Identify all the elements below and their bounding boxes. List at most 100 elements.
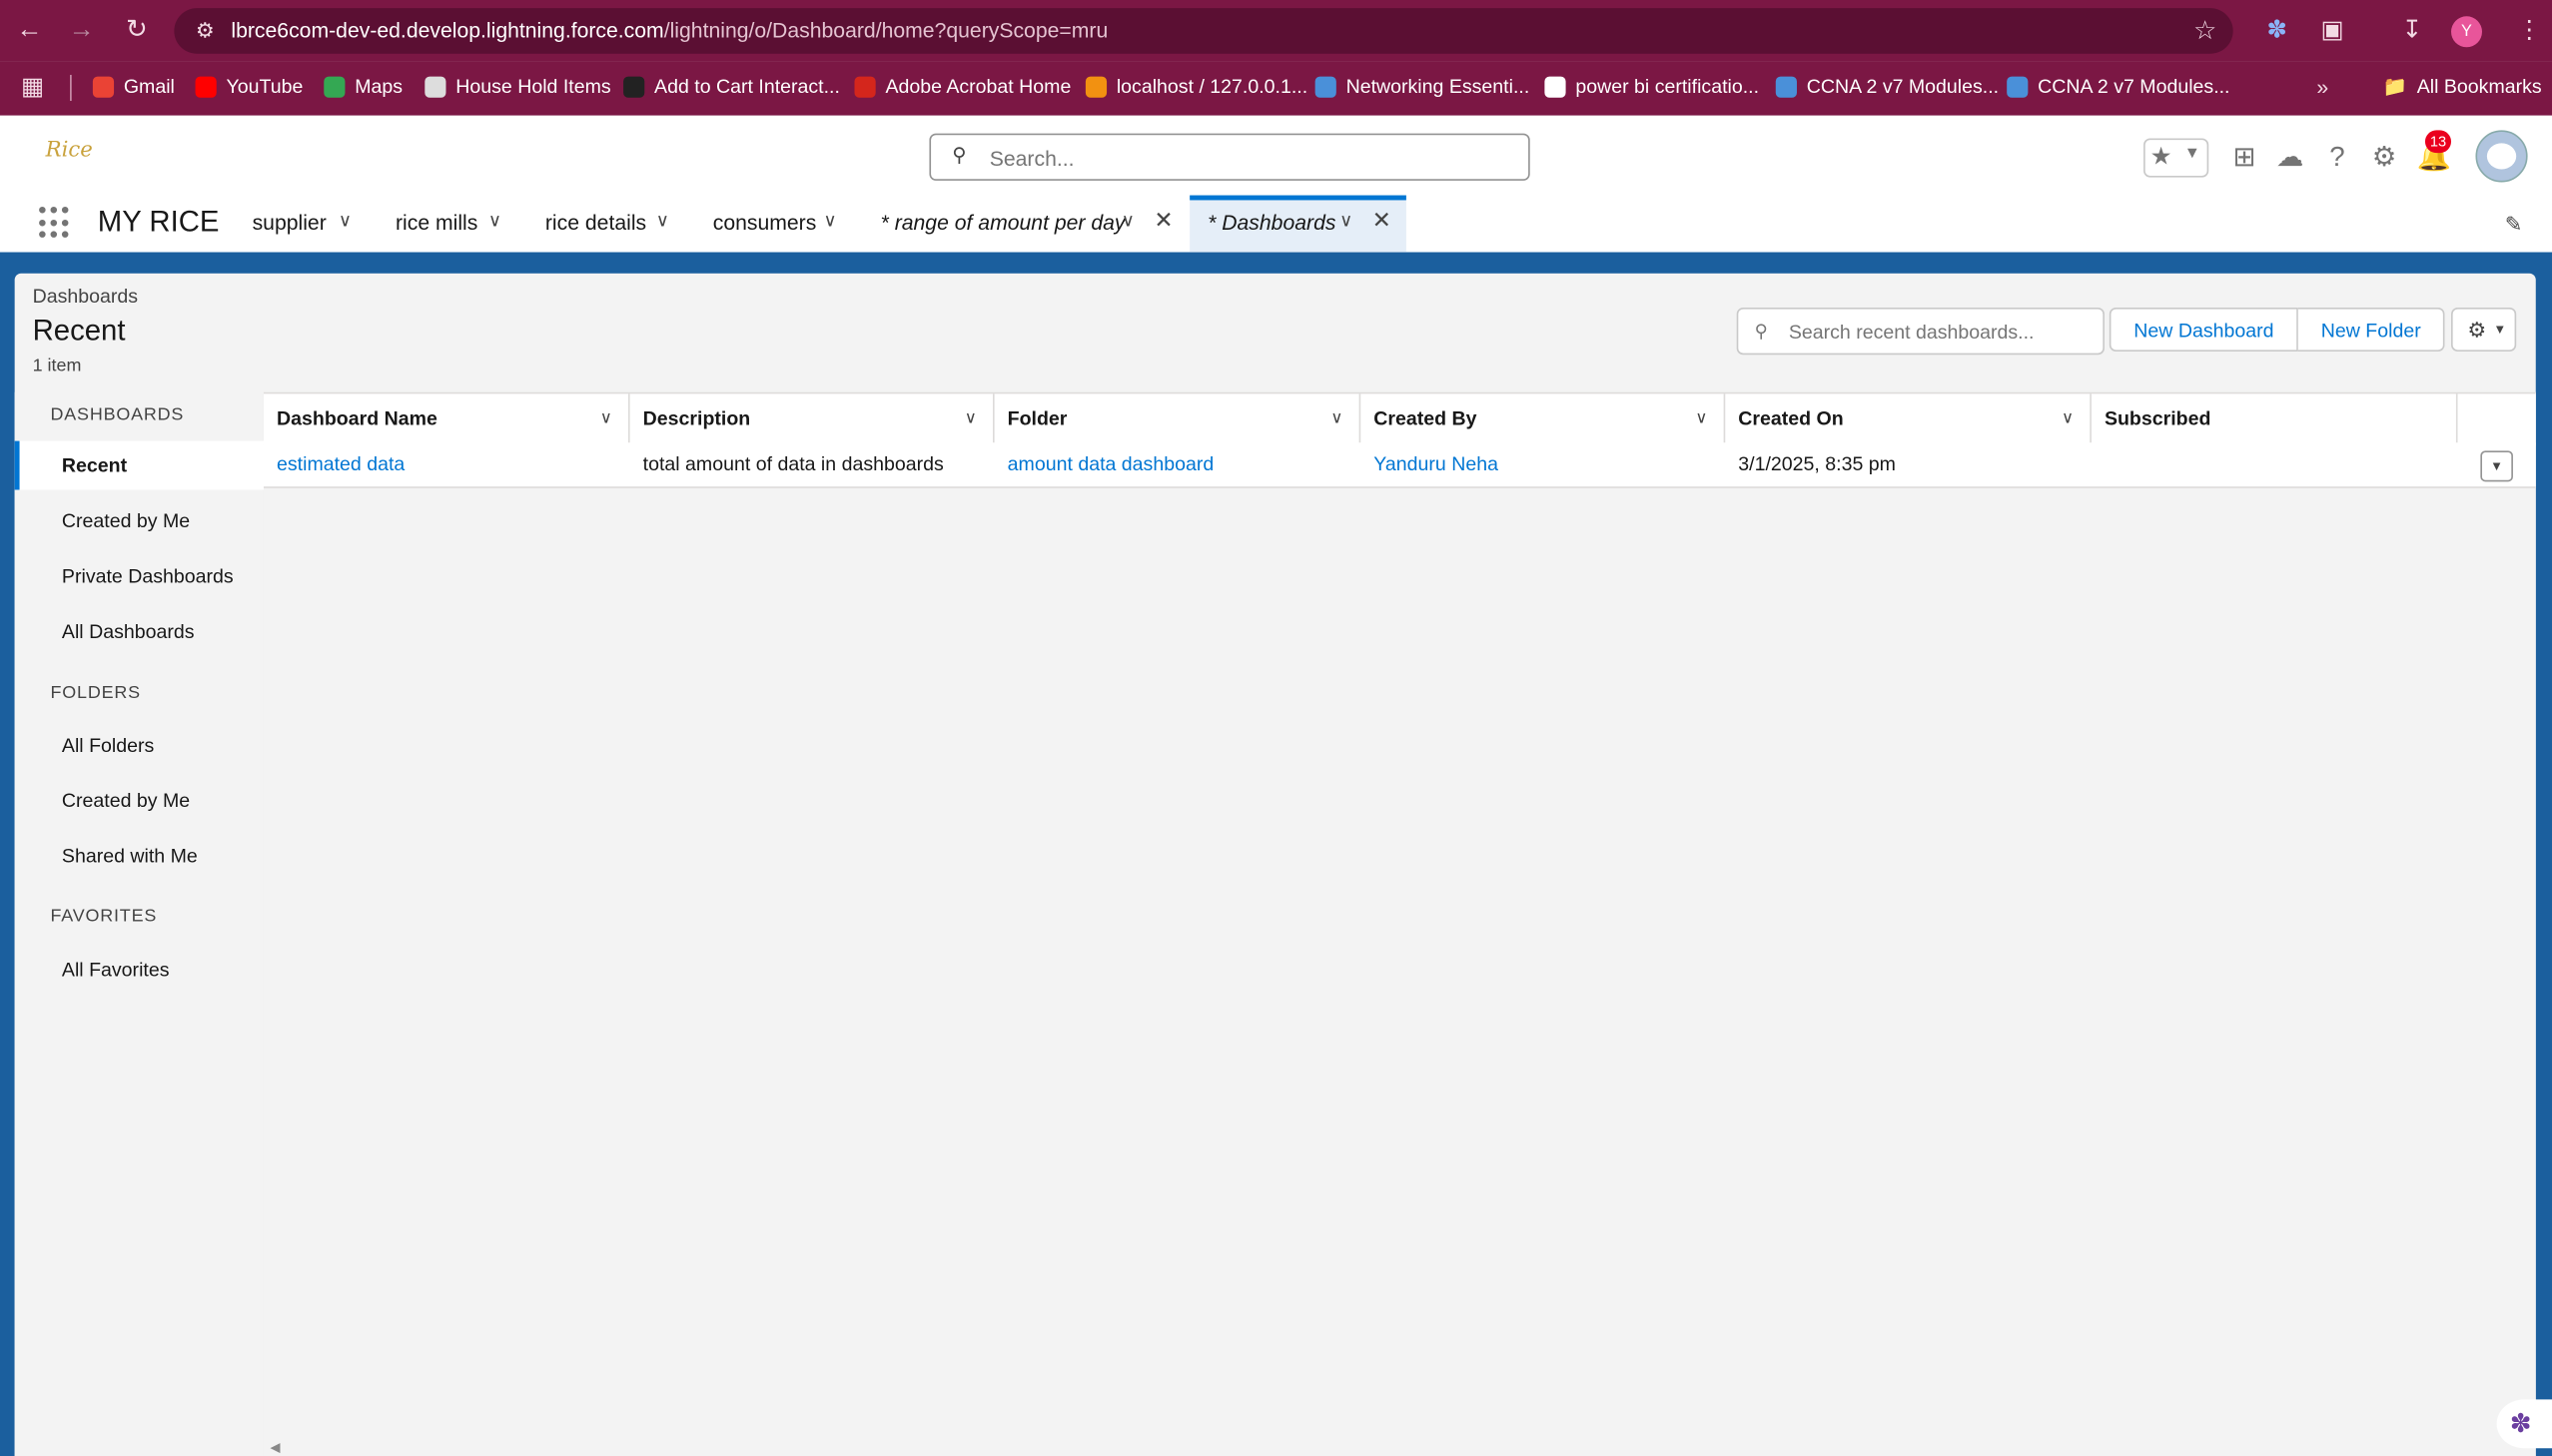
column-header-dashboard-name[interactable]: Dashboard Name ∨ xyxy=(264,393,630,444)
sidebar-item-shared-with-me[interactable]: Shared with Me xyxy=(15,832,264,881)
column-header-folder[interactable]: Folder ∨ xyxy=(995,393,1361,444)
bookmark-item[interactable]: CCNA 2 v7 Modules... xyxy=(1775,75,1999,98)
more-bookmarks-icon[interactable]: » xyxy=(2306,72,2339,105)
chevron-down-icon[interactable]: ∨ xyxy=(965,393,977,444)
bookmark-item[interactable]: Gmail xyxy=(92,75,175,98)
address-bar[interactable]: ⚙ lbrce6com-dev-ed.develop.lightning.for… xyxy=(174,8,2233,54)
column-header-subscribed[interactable]: Subscribed xyxy=(2092,393,2458,444)
sidebar-heading-favorites: FAVORITES xyxy=(50,906,158,927)
bookmark-item[interactable]: House Hold Items xyxy=(425,74,611,98)
sidebar-item-recent[interactable]: Recent xyxy=(14,440,264,490)
tab-range-of-amount-per-day[interactable]: * range of amount per day xyxy=(881,210,1126,234)
chevron-down-icon[interactable]: ∨ xyxy=(1122,210,1135,232)
cell-dashboard-name[interactable]: estimated data xyxy=(264,442,630,486)
help-icon[interactable]: ? xyxy=(2321,142,2354,175)
app-logo[interactable]: Rice xyxy=(46,139,93,163)
list-search-input[interactable] xyxy=(1785,317,2102,348)
bookmark-label: Networking Essenti... xyxy=(1345,74,1530,98)
reload-icon[interactable]: ↻ xyxy=(121,15,154,48)
app-navigation-bar: MY RICE supplier ∨ rice mills ∨ rice det… xyxy=(0,195,2552,258)
site-settings-icon[interactable]: ⚙ xyxy=(191,16,220,45)
sidebar-item-folders-created-by-me[interactable]: Created by Me xyxy=(15,776,264,825)
einstein-assistant-button[interactable]: ✽ xyxy=(2496,1399,2552,1449)
column-header-created-on[interactable]: Created On ∨ xyxy=(1725,393,2092,444)
bookmark-item[interactable]: Maps xyxy=(324,75,403,98)
list-settings-button[interactable]: ⚙ ▼ xyxy=(2451,307,2517,352)
cell-folder[interactable]: amount data dashboard xyxy=(995,442,1361,486)
search-icon: ⚲ xyxy=(952,143,967,167)
chevron-down-icon[interactable]: ∨ xyxy=(1695,393,1707,444)
tab-dashboards[interactable]: * Dashboards xyxy=(1208,210,1335,234)
dashboards-table: Dashboard Name ∨ Description ∨ Folder ∨ Cre… xyxy=(263,391,2536,1456)
setup-gear-icon[interactable]: ⚙ xyxy=(2368,142,2401,175)
favorites-button[interactable]: ★ ▼ xyxy=(2143,138,2209,178)
list-search-box[interactable]: ⚲ xyxy=(1736,307,2105,356)
profile-avatar[interactable]: Y xyxy=(2451,16,2482,48)
cell-created-by[interactable]: Yanduru Neha xyxy=(1360,442,1725,486)
column-header-created-by[interactable]: Created By ∨ xyxy=(1360,393,1726,444)
cell-description: total amount of data in dashboards xyxy=(642,452,944,475)
forward-icon[interactable]: → xyxy=(65,15,98,48)
nav-item-supplier[interactable]: supplier xyxy=(253,210,327,234)
chevron-down-icon[interactable]: ∨ xyxy=(1330,393,1342,444)
close-tab-icon[interactable]: ✕ xyxy=(1372,207,1391,235)
chevron-down-icon[interactable]: ∨ xyxy=(1339,210,1352,232)
browser-toolbar: ← → ↻ ⚙ lbrce6com-dev-ed.develop.lightni… xyxy=(0,0,2552,62)
edit-nav-pencil-icon[interactable]: ✎ xyxy=(2505,212,2523,238)
global-actions-plus-icon[interactable]: ⊞ xyxy=(2228,142,2261,175)
nav-item-consumers[interactable]: consumers xyxy=(713,210,817,234)
trailhead-icon[interactable]: ☁ xyxy=(2273,142,2306,175)
chevron-down-icon[interactable]: ∨ xyxy=(824,210,837,232)
bookmark-label: Add to Cart Interact... xyxy=(654,74,840,98)
user-avatar[interactable] xyxy=(2475,130,2528,183)
scroll-left-arrow-icon[interactable]: ◀ xyxy=(270,1440,280,1455)
back-icon[interactable]: ← xyxy=(13,15,46,48)
download-icon[interactable]: ↧ xyxy=(2396,15,2429,48)
bookmark-star-icon[interactable]: ☆ xyxy=(2193,15,2216,48)
app-launcher-icon[interactable] xyxy=(39,206,72,240)
folder-icon: 📁 xyxy=(2382,74,2407,98)
apps-grid-icon[interactable]: ▦ xyxy=(16,72,49,105)
chevron-down-icon[interactable]: ∨ xyxy=(2062,393,2074,444)
new-dashboard-button[interactable]: New Dashboard xyxy=(2109,307,2298,352)
row-actions-dropdown[interactable]: ▼ xyxy=(2480,450,2513,482)
sidebar-item-all-folders[interactable]: All Folders xyxy=(15,721,264,770)
bookmark-label: power bi certificatio... xyxy=(1575,74,1760,98)
all-bookmarks-button[interactable]: 📁 All Bookmarks xyxy=(2383,75,2542,98)
avatar-face xyxy=(2486,143,2517,170)
url-text[interactable]: lbrce6com-dev-ed.develop.lightning.force… xyxy=(231,18,1108,42)
close-tab-icon[interactable]: ✕ xyxy=(1154,207,1173,235)
chevron-down-icon[interactable]: ▼ xyxy=(2184,145,2200,163)
link-icon xyxy=(1314,75,1336,97)
bookmark-item[interactable]: CCNA 2 v7 Modules... xyxy=(2007,75,2230,98)
bookmark-item[interactable]: YouTube xyxy=(195,74,304,98)
chevron-down-icon[interactable]: ∨ xyxy=(488,210,501,232)
link-icon xyxy=(2007,75,2029,97)
sidebar-item-created-by-me[interactable]: Created by Me xyxy=(15,496,264,545)
globe-icon xyxy=(425,75,446,97)
bookmark-item[interactable]: Networking Essenti... xyxy=(1314,74,1530,98)
bookmark-item[interactable]: Adobe Acrobat Home xyxy=(854,75,1071,98)
maps-icon xyxy=(324,75,346,97)
column-header-description[interactable]: Description ∨ xyxy=(630,393,995,444)
extension-brain-icon[interactable]: ✽ xyxy=(2260,15,2293,48)
bookmark-label: Maps xyxy=(355,74,404,98)
chevron-down-icon[interactable]: ∨ xyxy=(656,210,669,232)
bookmark-label: YouTube xyxy=(226,74,304,98)
sidebar-item-all-favorites[interactable]: All Favorites xyxy=(15,946,264,995)
global-search-input[interactable] xyxy=(986,141,1514,175)
global-search-box[interactable]: ⚲ xyxy=(929,133,1530,181)
browser-menu-icon[interactable]: ⋮ xyxy=(2513,15,2546,48)
new-folder-button[interactable]: New Folder xyxy=(2297,307,2446,352)
bookmark-item[interactable]: power bi certificatio... xyxy=(1544,75,1759,98)
bookmark-label: House Hold Items xyxy=(455,74,611,98)
bookmark-item[interactable]: localhost / 127.0.0.1... xyxy=(1085,75,1307,98)
chevron-down-icon[interactable]: ∨ xyxy=(339,210,352,232)
sidebar-item-all-dashboards[interactable]: All Dashboards xyxy=(15,607,264,656)
extensions-icon[interactable]: ▣ xyxy=(2316,15,2349,48)
chevron-down-icon[interactable]: ∨ xyxy=(600,393,612,444)
nav-item-rice-details[interactable]: rice details xyxy=(545,210,646,234)
bookmark-item[interactable]: Add to Cart Interact... xyxy=(623,75,840,98)
nav-item-rice-mills[interactable]: rice mills xyxy=(396,210,477,234)
sidebar-item-private-dashboards[interactable]: Private Dashboards xyxy=(15,551,264,600)
